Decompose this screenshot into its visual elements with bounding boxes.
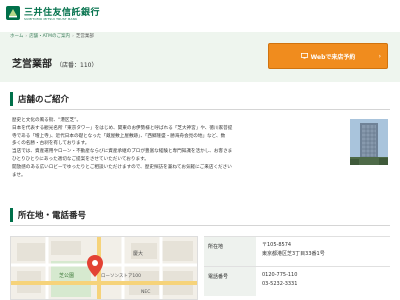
phone-label: 電話番号 [204,267,256,296]
branch-name: 芝営業部 [12,59,52,70]
breadcrumb-separator-icon: › [72,34,74,39]
breadcrumb-current: 芝営業部 [75,34,94,39]
postal-code: 〒105-8574 [262,242,292,248]
intro-text: 歴史と文化の風る街、“港区芝”。 日本を代表する観光名所「東京タワー」をはじめ、… [12,117,342,179]
street-address: 東京都港区芝3丁目33番1号 [262,251,325,257]
chevron-right-icon: › [378,53,381,60]
page-title: 芝営業部 （店番：110） [12,55,97,70]
web-reservation-button[interactable]: Webで来店予約 › [268,43,388,69]
phone-row: 電話番号 0120-775-110 03-5232-3331 [204,266,390,296]
map-label: NEC [141,289,150,295]
branch-map[interactable]: ローソンストア100 芝公園 慶大 NEC [10,236,198,300]
location-heading-text: 所在地・電話番号 [18,211,87,221]
intro-line: 多くの名勝・古刹を有しております。 [12,141,90,147]
address-row: 所在地 〒105-8574 東京都港区芝3丁目33番1号 [204,236,390,266]
branch-number: （店番：110） [56,62,98,69]
address-label: 所在地 [204,237,256,266]
phone-value: 0120-775-110 03-5232-3331 [262,271,297,289]
phone-number-direct[interactable]: 03-5232-3331 [262,280,297,289]
phone-number-freedial[interactable]: 0120-775-110 [262,271,297,280]
section-divider [10,109,390,110]
section-divider [10,225,390,226]
map-label: ローソンストア100 [101,273,141,279]
heading-accent-bar [10,92,13,106]
intro-line: ませ。 [12,172,26,178]
address-value: 〒105-8574 東京都港区芝3丁目33番1号 [262,241,325,259]
bank-name-en: SUMITOMO MITSUI TRUST BANK [24,17,78,21]
site-header: 三井住友信託銀行 SUMITOMO MITSUI TRUST BANK [0,0,400,32]
bank-logo-icon[interactable] [6,6,20,20]
intro-heading-text: 店舗のご紹介 [18,95,70,105]
breadcrumb-home-link[interactable]: ホーム [10,34,23,39]
intro-line: 開放感のある広いロビーでゆったりとご相談いただけますので、歴史探訪を兼ねてお気軽… [12,164,232,170]
branch-info-table: 所在地 〒105-8574 東京都港区芝3丁目33番1号 電話番号 0120-7… [204,236,390,296]
intro-line: ひとりひとりにあった適切なご提案をさせていただいております。 [12,156,149,162]
intro-line: 日本を代表する観光名所「東京タワー」をはじめ、関東のお伊勢様と呼ばれる「芝大神宮… [12,125,233,131]
breadcrumb: ホーム › 店舗・ATMのご案内 › 芝営業部 [0,32,400,42]
map-label: 慶大 [133,250,143,257]
breadcrumb-branches-link[interactable]: 店舗・ATMのご案内 [29,34,70,39]
breadcrumb-separator-icon: › [25,34,28,39]
intro-line: 寺である「増上寺」、近代日本の礎となった「蔵屋敷上屋敷跡」、「西郷隆盛・勝海舟会… [12,133,226,139]
monitor-icon [300,53,308,59]
intro-line: 当店では、資産運用やローン・不動産ならびに資産承継のプロが豊富な経験と専門知識を… [12,149,233,155]
web-reservation-label: Webで来店予約 [310,53,356,61]
branch-building-photo [350,119,388,165]
map-label: 芝公園 [59,272,74,279]
intro-line: 歴史と文化の風る街、“港区芝”。 [12,118,82,123]
heading-accent-bar [10,208,13,222]
